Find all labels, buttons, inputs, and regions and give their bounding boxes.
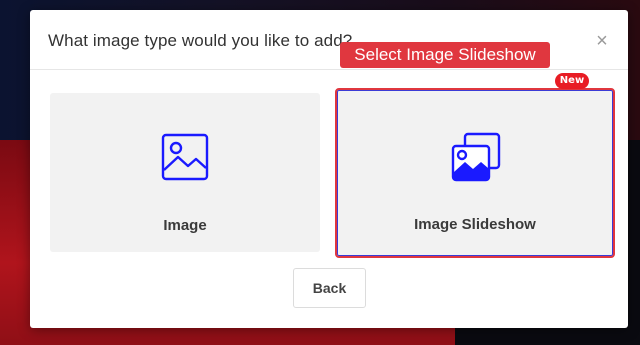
back-button[interactable]: Back — [293, 268, 366, 308]
select-slideshow-tooltip: Select Image Slideshow — [340, 42, 550, 68]
option-image-slideshow-label: Image Slideshow — [414, 216, 536, 233]
option-image-slideshow-card[interactable]: Image Slideshow — [335, 88, 615, 258]
option-image-label: Image — [163, 217, 207, 234]
close-button[interactable]: × — [593, 31, 611, 51]
option-image-card[interactable]: Image — [50, 93, 320, 252]
new-badge: New — [555, 73, 589, 89]
image-icon — [161, 133, 209, 181]
modal-title: What image type would you like to add? — [48, 31, 353, 50]
slideshow-icon — [451, 132, 501, 182]
